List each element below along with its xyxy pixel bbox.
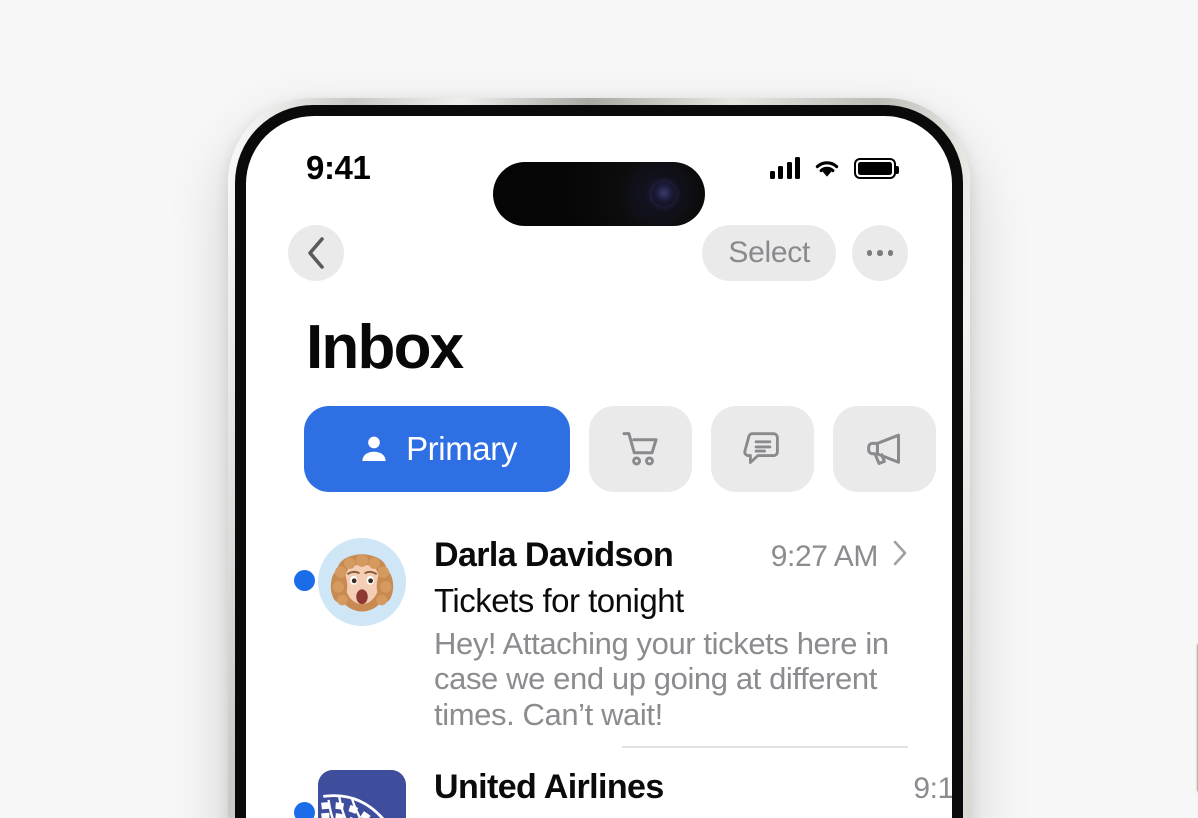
tab-primary-label: Primary — [406, 430, 517, 467]
category-tab-bar: Primary — [304, 406, 936, 492]
ellipsis-icon — [866, 250, 894, 256]
status-bar-indicators — [769, 149, 899, 179]
unread-indicator-dot — [294, 801, 315, 818]
mail-timestamp: 9:27 AM — [770, 540, 879, 573]
tab-promotions[interactable] — [833, 406, 936, 492]
united-airlines-logo-icon — [318, 769, 406, 818]
mail-subject: Quick reminders about your upcoming… — [434, 814, 952, 818]
chevron-right-icon — [893, 540, 907, 566]
back-button[interactable] — [288, 225, 344, 281]
mail-list: Darla Davidson 9:27 AM Tickets for tonig… — [246, 516, 952, 818]
phone-screen: 9:41 Select Inbox Primary Darla Davidson… — [246, 116, 952, 818]
mail-sender: Darla Davidson — [434, 536, 674, 574]
avatar — [318, 528, 414, 748]
navigation-bar: Select — [246, 212, 952, 294]
front-camera-icon — [652, 182, 676, 206]
status-bar-clock: 9:41 — [306, 149, 371, 186]
mail-list-item[interactable]: United Airlines 9:10 AM Quick reminders … — [246, 748, 952, 818]
tab-primary[interactable]: Primary — [304, 406, 570, 492]
mail-timestamp: 9:10 AM — [913, 771, 952, 805]
more-options-button[interactable] — [852, 225, 908, 281]
person-icon — [362, 436, 386, 462]
screenshot-stage: 9:41 Select Inbox Primary Darla Davidson… — [0, 0, 1198, 818]
select-button[interactable]: Select — [702, 225, 836, 281]
mail-list-item[interactable]: Darla Davidson 9:27 AM Tickets for tonig… — [246, 516, 952, 748]
chevron-left-icon — [308, 237, 324, 269]
tab-transactions[interactable] — [589, 406, 692, 492]
mail-content: Darla Davidson 9:27 AM Tickets for tonig… — [434, 528, 952, 748]
unread-indicator-dot — [294, 570, 315, 591]
memoji-avatar-icon — [318, 538, 406, 626]
cart-icon — [622, 432, 658, 466]
mail-subject: Tickets for tonight — [434, 582, 684, 619]
chat-bubble-icon — [742, 432, 779, 464]
mail-content: United Airlines 9:10 AM Quick reminders … — [434, 760, 952, 818]
iphone-device-frame: 9:41 Select Inbox Primary Darla Davidson… — [228, 98, 1198, 818]
megaphone-icon — [866, 433, 900, 465]
battery-icon — [854, 157, 899, 179]
nav-right-group: Select — [702, 225, 908, 281]
avatar — [318, 760, 414, 818]
mail-preview: Hey! Attaching your tickets here in case… — [434, 626, 889, 732]
disclosure-chevron[interactable] — [892, 540, 908, 566]
cellular-signal-icon — [769, 157, 800, 179]
wifi-icon — [815, 161, 839, 177]
page-title: Inbox — [306, 313, 464, 382]
mail-sender: United Airlines — [434, 767, 664, 806]
tab-updates[interactable] — [711, 406, 814, 492]
device-bezel: 9:41 Select Inbox Primary Darla Davidson… — [235, 105, 963, 818]
